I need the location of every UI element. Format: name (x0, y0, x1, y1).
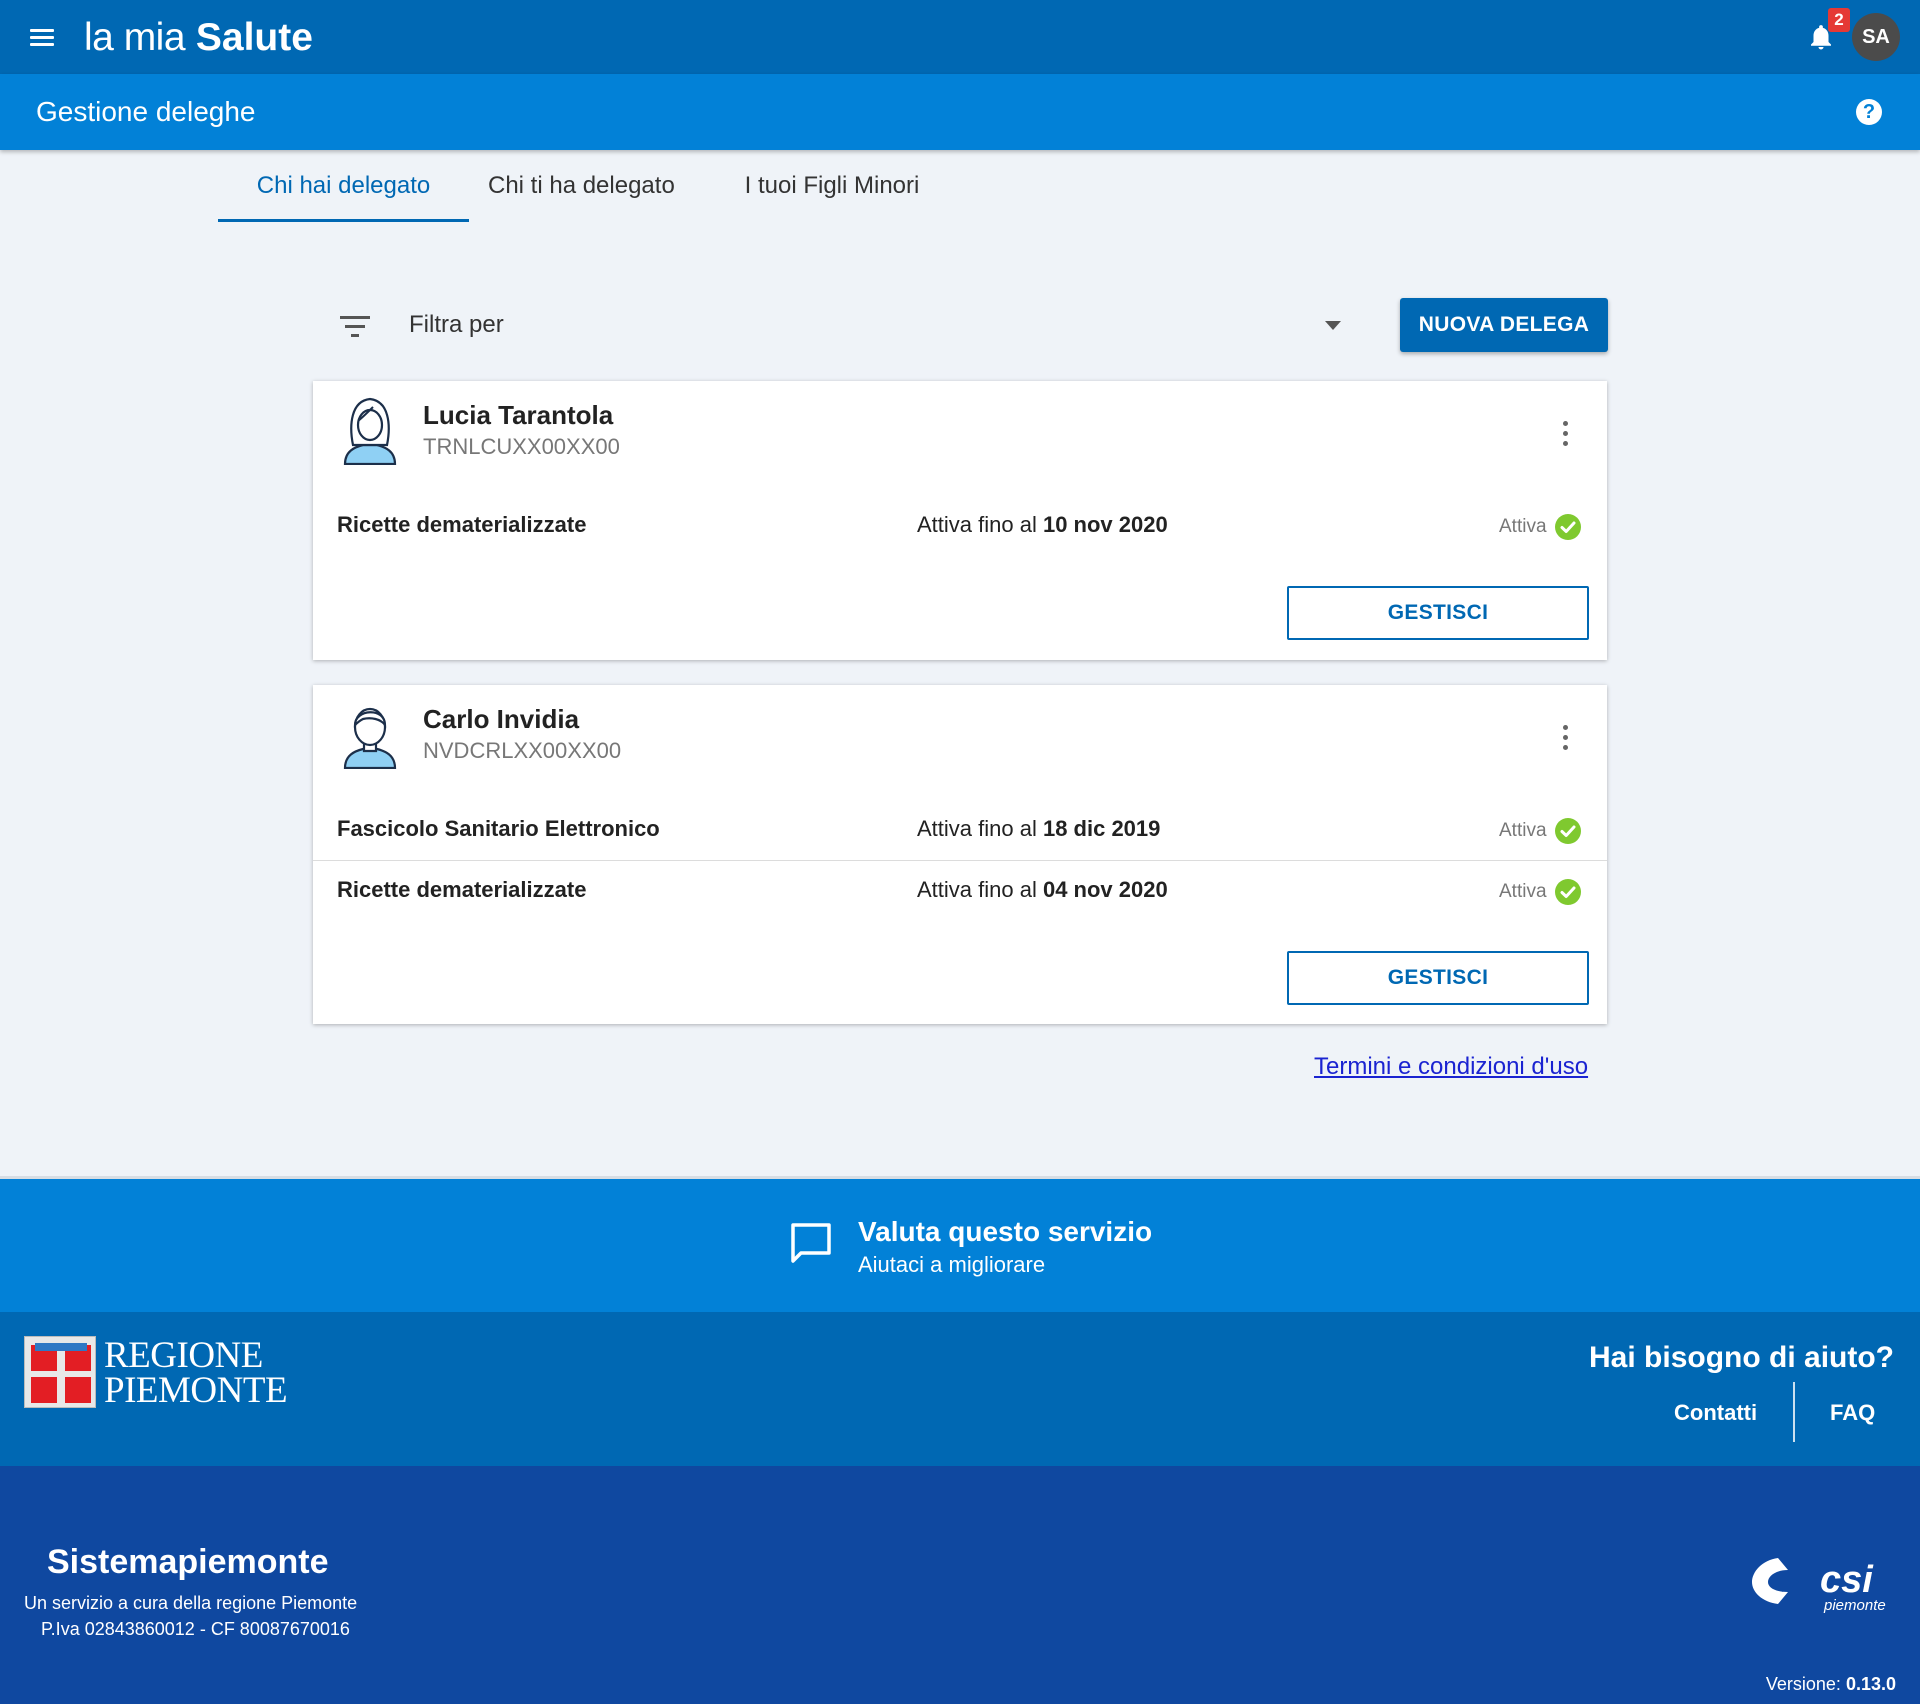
tab-chi-hai-delegato[interactable]: Chi hai delegato (218, 150, 469, 222)
check-circle-icon (1555, 818, 1581, 844)
filter-select-label[interactable]: Filtra per (409, 308, 504, 342)
delegate-name: Lucia Tarantola (423, 400, 614, 430)
expiry-prefix: Attiva fino al (917, 816, 1037, 841)
delegation-expiry: Attiva fino al 18 dic 2019 (917, 813, 1160, 845)
delegate-card: Lucia Tarantola TRNLCUXX00XX00 Ricette d… (313, 381, 1607, 660)
top-app-bar: la mia Salute 2 SA (0, 0, 1920, 74)
feedback-title[interactable]: Valuta questo servizio (858, 1215, 1152, 1249)
manage-button[interactable]: GESTISCI (1287, 586, 1589, 640)
terms-link[interactable]: Termini e condizioni d'uso (1314, 1050, 1588, 1084)
expiry-date: 04 nov 2020 (1042, 877, 1168, 902)
check-circle-icon (1555, 879, 1581, 905)
page-header: Gestione deleghe (0, 74, 1920, 150)
help-section: REGIONE PIEMONTE Hai bisogno di aiuto? Co… (0, 1312, 1920, 1466)
regione-crest-icon (24, 1336, 96, 1408)
delegation-expiry: Attiva fino al 04 nov 2020 (917, 874, 1168, 906)
feedback-subtitle: Aiutaci a migliorare (858, 1252, 1046, 1277)
hamburger-menu-icon[interactable] (30, 29, 54, 47)
more-vert-icon[interactable] (1559, 725, 1571, 753)
tab-figli-minori[interactable]: I tuoi Figli Minori (732, 150, 932, 222)
regione-logo-line2: PIEMONTE (104, 1370, 288, 1411)
expiry-prefix: Attiva fino al (917, 877, 1037, 902)
delegate-name: Carlo Invidia (423, 704, 580, 734)
brand-prefix: la mia (84, 16, 186, 59)
manage-button[interactable]: GESTISCI (1287, 951, 1589, 1005)
expiry-prefix: Attiva fino al (917, 512, 1037, 537)
chat-bubble-icon[interactable] (789, 1221, 833, 1265)
delegation-row: Ricette dematerializzate Attiva fino al … (313, 860, 1607, 920)
delegation-status: Attiva (1499, 516, 1547, 537)
delegation-status: Attiva (1499, 881, 1547, 902)
help-title: Hai bisogno di aiuto? (1589, 1341, 1894, 1374)
delegation-expiry: Attiva fino al 10 nov 2020 (917, 509, 1168, 541)
delegation-service: Fascicolo Sanitario Elettronico (337, 816, 660, 841)
user-avatar[interactable]: SA (1852, 13, 1900, 61)
help-icon[interactable]: ? (1856, 99, 1882, 125)
delegation-status: Attiva (1499, 820, 1547, 841)
footer-vat-info: P.Iva 02843860012 - CF 80087670016 (41, 1619, 350, 1639)
footer: Sistemapiemonte Un servizio a cura della… (0, 1466, 1920, 1704)
new-delegation-button[interactable]: NUOVA DELEGA (1400, 298, 1608, 352)
footer-service-note: Un servizio a cura della regione Piemont… (24, 1593, 358, 1613)
feedback-banner: Valuta questo servizio Aiutaci a miglior… (0, 1176, 1920, 1312)
version-value: 0.13.0 (1845, 1674, 1896, 1694)
app-version: Versione: 0.13.0 (1766, 1672, 1896, 1696)
chevron-down-icon[interactable] (1325, 321, 1341, 330)
delegate-tax-code: NVDCRLXX00XX00 (423, 738, 622, 763)
delegation-row: Ricette dematerializzate Attiva fino al … (313, 495, 1607, 555)
tab-chi-ti-ha-delegato[interactable]: Chi ti ha delegato (488, 150, 675, 222)
regione-piemonte-logo[interactable]: REGIONE PIEMONTE (24, 1336, 288, 1409)
expiry-date: 10 nov 2020 (1042, 512, 1168, 537)
check-circle-icon (1555, 514, 1581, 540)
delegation-row: Fascicolo Sanitario Elettronico Attiva f… (313, 799, 1607, 859)
regione-logo-text: REGIONE PIEMONTE (104, 1337, 288, 1411)
expiry-date: 18 dic 2019 (1042, 816, 1161, 841)
csi-logo-text: csi (1820, 1559, 1874, 1601)
version-label: Versione: (1765, 1674, 1841, 1694)
footer-title: Sistemapiemonte (47, 1543, 329, 1581)
delegate-tax-code: TRNLCUXX00XX00 (423, 434, 620, 459)
delegation-service: Ricette dematerializzate (337, 877, 587, 902)
csi-piemonte-logo[interactable]: csi piemonte (1748, 1552, 1898, 1618)
filter-icon[interactable] (340, 316, 370, 338)
notifications-count-badge: 2 (1828, 8, 1850, 32)
page-title: Gestione deleghe (36, 96, 256, 127)
female-person-icon (341, 395, 399, 466)
help-divider (1793, 1382, 1795, 1442)
male-person-icon (341, 699, 399, 770)
contacts-link[interactable]: Contatti (1674, 1398, 1757, 1428)
delegate-card: Carlo Invidia NVDCRLXX00XX00 Fascicolo S… (313, 685, 1607, 1024)
delegation-service: Ricette dematerializzate (337, 512, 587, 537)
csi-logo-subtext: piemonte (1823, 1597, 1886, 1614)
app-brand[interactable]: la mia Salute (84, 16, 313, 60)
faq-link[interactable]: FAQ (1830, 1398, 1875, 1428)
more-vert-icon[interactable] (1559, 421, 1571, 449)
brand-name: Salute (195, 16, 313, 59)
